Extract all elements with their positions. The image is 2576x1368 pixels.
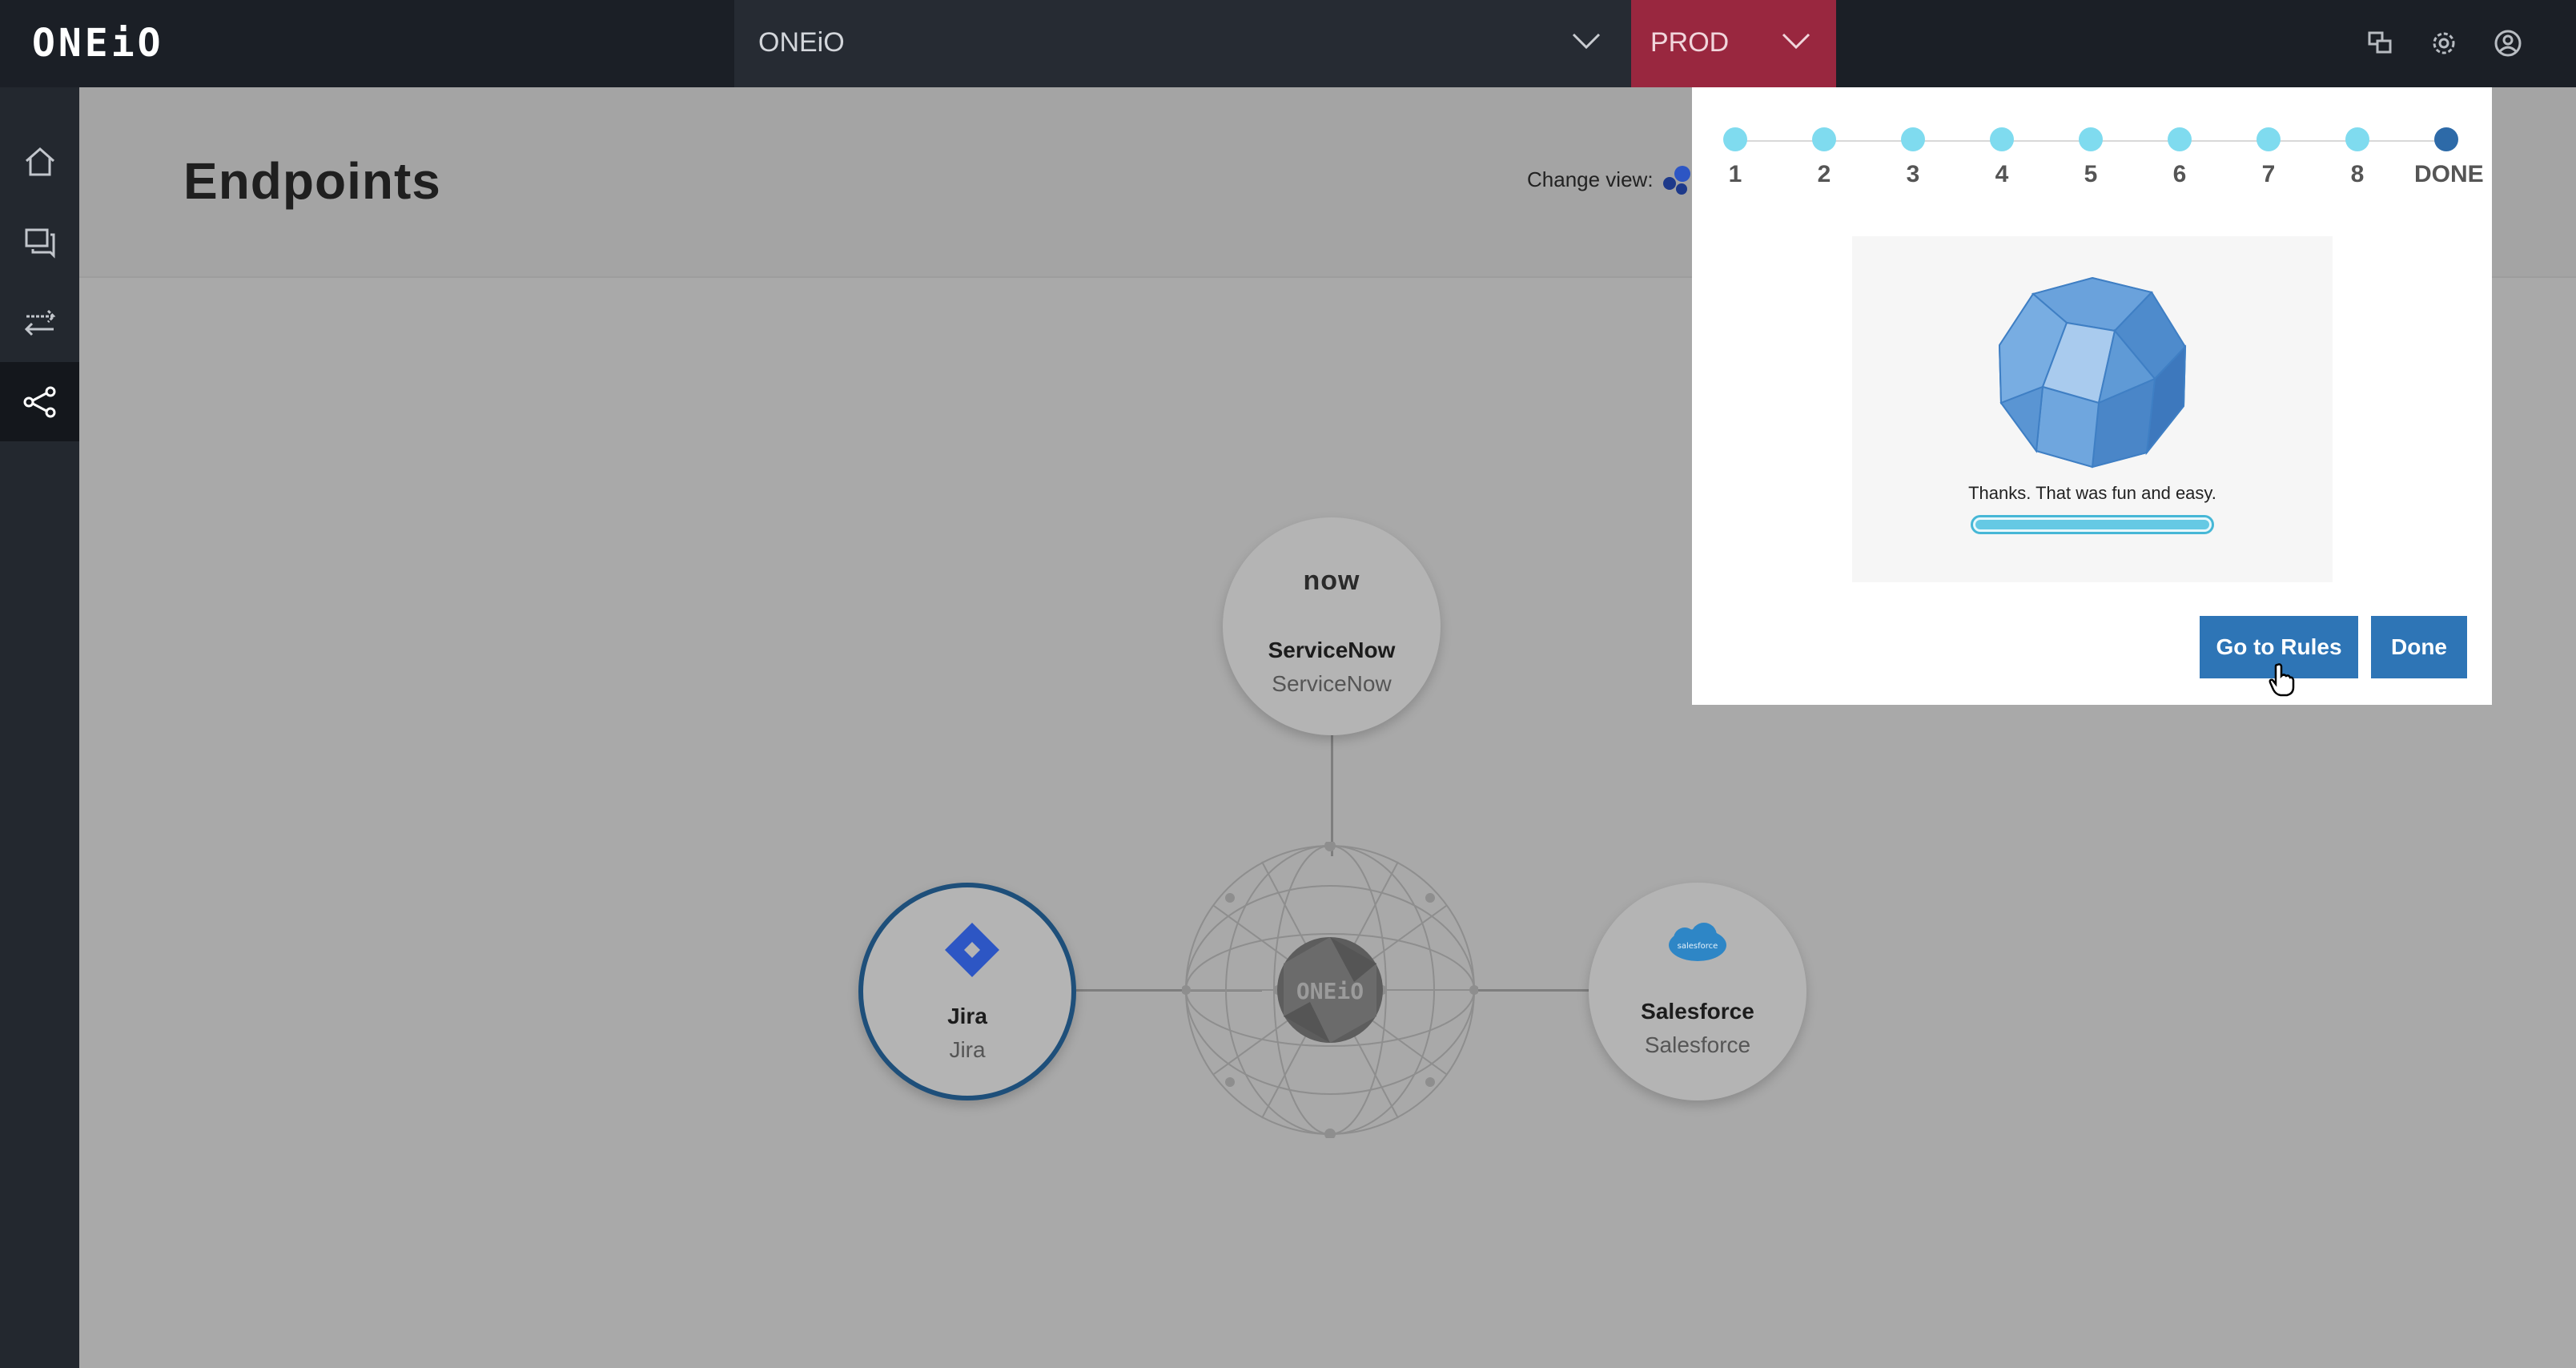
wizard-step-5: 5 bbox=[2059, 127, 2123, 188]
step-label: 4 bbox=[1995, 161, 2009, 187]
progress-bar-fill bbox=[1975, 520, 2209, 529]
home-icon bbox=[25, 147, 54, 175]
servicenow-logo: now bbox=[1303, 565, 1360, 596]
node-type: ServiceNow bbox=[1272, 671, 1392, 696]
salesforce-cloud-icon: salesforce bbox=[1669, 923, 1726, 961]
chevron-down-icon bbox=[1782, 33, 1810, 50]
change-view-label: Change view: bbox=[1527, 167, 1654, 191]
sidebar-item-rules[interactable] bbox=[0, 282, 79, 361]
environment-select[interactable]: PROD bbox=[1631, 0, 1836, 87]
step-dot bbox=[1812, 127, 1836, 151]
step-dot bbox=[2257, 127, 2281, 151]
completion-illustration: Thanks. That was fun and easy. bbox=[1852, 236, 2333, 582]
wizard-step-3: 3 bbox=[1881, 127, 1945, 188]
globe-icon bbox=[1998, 276, 2187, 469]
wizard-step-6: 6 bbox=[2148, 127, 2212, 188]
step-dot bbox=[1990, 127, 2014, 151]
windows-icon[interactable] bbox=[2362, 26, 2397, 61]
step-label: 7 bbox=[2261, 161, 2276, 187]
step-dot bbox=[1901, 127, 1925, 151]
step-label: DONE bbox=[2414, 161, 2484, 187]
completion-message: Thanks. That was fun and easy. bbox=[1968, 483, 2216, 503]
salesforce-logo-text: salesforce bbox=[1678, 942, 1718, 951]
share-nodes-icon bbox=[23, 386, 55, 417]
node-name: ServiceNow bbox=[1268, 638, 1396, 662]
endpoint-node-servicenow[interactable]: now ServiceNow ServiceNow bbox=[1223, 517, 1441, 735]
app-logo[interactable]: ONEiO bbox=[32, 24, 164, 62]
arrows-exchange-icon bbox=[24, 309, 55, 336]
wizard-step-4: 4 bbox=[1970, 127, 2034, 188]
progress-bar bbox=[1971, 515, 2214, 534]
step-label: 3 bbox=[1906, 161, 1920, 187]
graph-view-icon[interactable] bbox=[1662, 164, 1694, 196]
sidebar-item-messages[interactable] bbox=[0, 202, 79, 281]
environment-select-value: PROD bbox=[1650, 27, 1730, 58]
node-type: Salesforce bbox=[1644, 1032, 1751, 1057]
step-dot bbox=[2168, 127, 2192, 151]
step-label: 5 bbox=[2084, 161, 2098, 187]
organization-select[interactable]: ONEiO bbox=[734, 0, 1631, 87]
hand-cursor-icon bbox=[2269, 663, 2295, 697]
wizard-step-1: 1 bbox=[1703, 127, 1767, 188]
sidebar bbox=[0, 87, 79, 1368]
node-name: Jira bbox=[947, 1004, 987, 1028]
edge-servicenow-hub bbox=[1331, 732, 1333, 856]
gear-icon[interactable] bbox=[2426, 26, 2461, 61]
step-label: 1 bbox=[1728, 161, 1742, 187]
page-title: Endpoints bbox=[183, 152, 441, 210]
wizard-step-done: DONE bbox=[2414, 127, 2484, 188]
sidebar-item-endpoints[interactable] bbox=[0, 362, 79, 441]
done-button[interactable]: Done bbox=[2371, 616, 2467, 678]
chat-bubbles-icon bbox=[25, 228, 54, 259]
organization-select-value: ONEiO bbox=[758, 27, 845, 58]
setup-wizard-modal: 1 2 3 4 5 6 7 8 DONE Thanks. That was fun and ea… bbox=[1692, 87, 2492, 705]
endpoint-node-salesforce[interactable]: salesforce Salesforce Salesforce bbox=[1589, 883, 1806, 1100]
wizard-step-2: 2 bbox=[1792, 127, 1856, 188]
step-label: 8 bbox=[2350, 161, 2365, 187]
node-name: Salesforce bbox=[1641, 999, 1754, 1024]
step-dot bbox=[2345, 127, 2369, 151]
endpoint-node-jira[interactable]: Jira Jira bbox=[858, 883, 1076, 1100]
sidebar-item-home[interactable] bbox=[0, 122, 79, 201]
step-label: 6 bbox=[2172, 161, 2187, 187]
wizard-step-8: 8 bbox=[2325, 127, 2389, 188]
user-profile-icon[interactable] bbox=[2490, 26, 2526, 61]
step-dot bbox=[2079, 127, 2103, 151]
step-dot bbox=[1723, 127, 1747, 151]
step-dot bbox=[2434, 127, 2458, 151]
chevron-down-icon bbox=[1572, 33, 1601, 50]
hub-logo-text: ONEiO bbox=[1296, 978, 1364, 1004]
oneio-hub[interactable]: ONEiO bbox=[1182, 842, 1478, 1138]
jira-icon bbox=[945, 923, 999, 977]
step-label: 2 bbox=[1817, 161, 1831, 187]
top-bar: ONEiO ONEiO PROD bbox=[0, 0, 2576, 87]
node-type: Jira bbox=[949, 1037, 986, 1062]
wizard-step-7: 7 bbox=[2236, 127, 2301, 188]
